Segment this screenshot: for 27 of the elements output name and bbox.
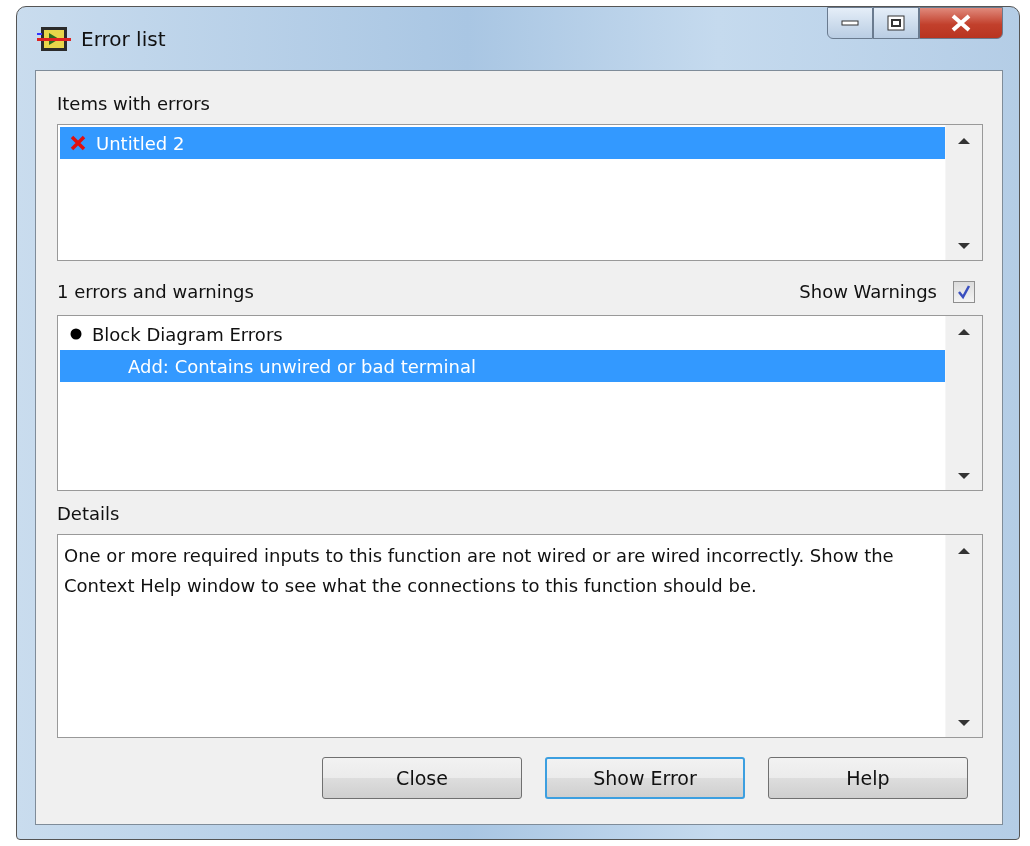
- errors-count-label: 1 errors and warnings: [57, 280, 254, 304]
- bullet-icon: [70, 328, 82, 340]
- dialog-button[interactable]: Help: [768, 757, 968, 799]
- checkmark-icon: [956, 283, 972, 300]
- show-warnings-label: Show Warnings: [799, 280, 937, 304]
- minimize-icon: [841, 20, 859, 26]
- dialog-button[interactable]: Show Error: [545, 757, 745, 799]
- window-title: Error list: [81, 25, 166, 53]
- scroll-down-icon[interactable]: [958, 472, 970, 480]
- scroll-up-icon[interactable]: [958, 328, 970, 336]
- dialog-button[interactable]: Close: [322, 757, 522, 799]
- section-label: Items with errors: [57, 92, 211, 116]
- app-icon: [37, 24, 71, 53]
- close-window-button[interactable]: [919, 7, 1003, 39]
- details-text: One or more required inputs to this function are not wired or are wired incorrectly. Show the Context Help window to see what the connections to this function should be.: [63, 544, 895, 598]
- close-icon: [950, 14, 972, 32]
- maximize-icon: [887, 15, 905, 31]
- error-x-icon: [70, 135, 86, 151]
- maximize-button[interactable]: [873, 7, 919, 39]
- error-group-item[interactable]: Block Diagram Errors: [60, 318, 945, 350]
- scroll-down-icon[interactable]: [958, 242, 970, 250]
- scroll-down-icon[interactable]: [958, 719, 970, 727]
- section-label: Details: [57, 502, 121, 526]
- scroll-up-icon[interactable]: [958, 547, 970, 555]
- minimize-button[interactable]: [827, 7, 873, 39]
- scroll-up-icon[interactable]: [958, 137, 970, 145]
- show-warnings-checkbox[interactable]: [953, 280, 975, 303]
